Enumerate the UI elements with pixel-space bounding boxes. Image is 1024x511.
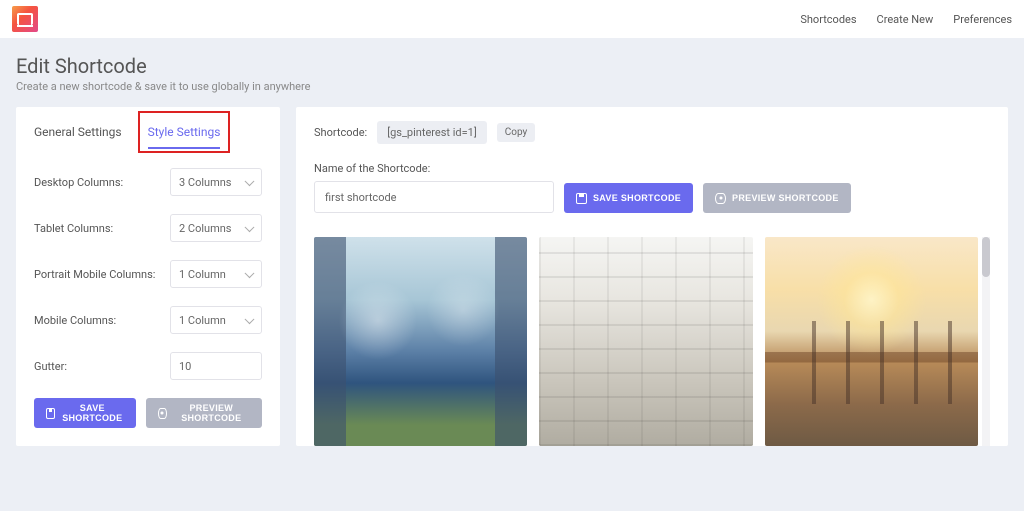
portrait-mobile-columns-select[interactable]: 1 Column [170,260,262,288]
nav-preferences[interactable]: Preferences [953,13,1012,26]
tablet-columns-select[interactable]: 2 Columns [170,214,262,242]
gallery-image-1 [314,237,527,446]
tab-style-settings[interactable]: Style Settings [148,121,221,149]
settings-tabs: General Settings Style Settings [34,121,262,150]
name-label: Name of the Shortcode: [314,162,554,175]
app-logo [12,6,38,32]
mobile-columns-select[interactable]: 1 Column [170,306,262,334]
eye-icon [158,408,167,419]
save-icon [576,193,587,204]
page-subtitle: Create a new shortcode & save it to use … [16,80,1008,93]
preview-button-label: Preview Shortcode [173,403,250,423]
shortcode-name-input[interactable]: first shortcode [314,181,554,213]
save-shortcode-button-main[interactable]: Save Shortcode [564,183,693,213]
tablet-columns-label: Tablet Columns: [34,222,113,235]
desktop-columns-select[interactable]: 3 Columns [170,168,262,196]
portrait-mobile-columns-label: Portrait Mobile Columns: [34,268,155,281]
gutter-label: Gutter: [34,360,67,373]
page-title: Edit Shortcode [16,54,1008,78]
save-shortcode-button[interactable]: Save Shortcode [34,398,136,428]
save-button-label-main: Save Shortcode [593,193,681,203]
tab-general-settings[interactable]: General Settings [34,121,122,149]
nav-create-new[interactable]: Create New [877,13,934,26]
settings-panel: General Settings Style Settings Desktop … [16,107,280,446]
copy-button[interactable]: Copy [497,123,536,142]
shortcode-label: Shortcode: [314,126,367,139]
nav-shortcodes[interactable]: Shortcodes [800,13,856,26]
gallery-image-2 [539,237,752,446]
gutter-input[interactable]: 10 [170,352,262,380]
preview-area [314,237,990,446]
eye-icon [715,193,726,204]
top-nav: Shortcodes Create New Preferences [800,13,1012,26]
page: Edit Shortcode Create a new shortcode & … [0,38,1024,511]
topbar: Shortcodes Create New Preferences [0,0,1024,38]
main-panel: Shortcode: [gs_pinterest id=1] Copy Name… [296,107,1008,446]
mobile-columns-label: Mobile Columns: [34,314,116,327]
preview-scrollbar[interactable] [982,237,990,446]
preview-button-label-main: Preview Shortcode [732,193,839,203]
save-icon [46,408,55,419]
preview-shortcode-button-main[interactable]: Preview Shortcode [703,183,851,213]
save-button-label: Save Shortcode [61,403,125,423]
shortcode-value-chip: [gs_pinterest id=1] [377,121,487,144]
preview-shortcode-button[interactable]: Preview Shortcode [146,398,262,428]
gallery-image-3 [765,237,978,446]
desktop-columns-label: Desktop Columns: [34,176,123,189]
